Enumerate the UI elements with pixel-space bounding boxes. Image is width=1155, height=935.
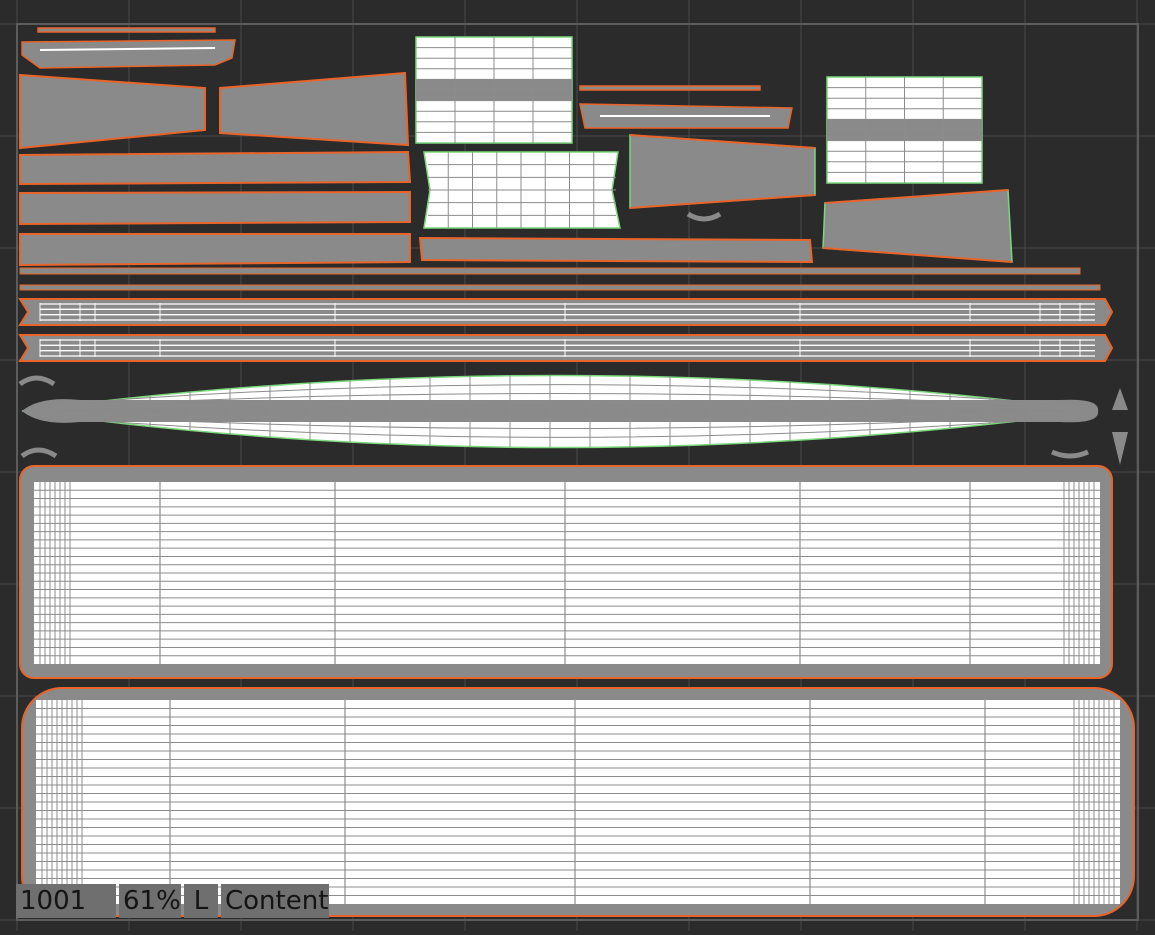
- udim-tile-label: 1001: [16, 884, 116, 918]
- status-bar: 1001 61% L Content: [16, 884, 332, 918]
- uv-shell-grid-block-c[interactable]: [826, 76, 983, 184]
- uv-shell-bar-3[interactable]: [19, 233, 411, 267]
- uv-shell-long-thin-a[interactable]: [19, 267, 1081, 275]
- uv-shell-bar-1[interactable]: [19, 150, 412, 186]
- uv-canvas[interactable]: [0, 0, 1155, 931]
- uv-shell-long-thin-b[interactable]: [19, 284, 1101, 291]
- uv-shell-long-strip-a[interactable]: [18, 298, 1114, 326]
- uv-shell-long-strip-b[interactable]: [18, 334, 1114, 362]
- uv-shell-large-panel-a[interactable]: [19, 465, 1113, 679]
- uv-shell-bar-mid[interactable]: [418, 236, 814, 264]
- mode-label[interactable]: Content: [221, 884, 329, 918]
- uv-shell-large-panel-b[interactable]: [21, 687, 1135, 917]
- uv-shell-bar-2[interactable]: [19, 190, 411, 226]
- uv-editor-viewport[interactable]: 1001 61% L Content: [0, 0, 1155, 931]
- zoom-level[interactable]: 61%: [119, 884, 181, 918]
- uv-shell-grid-block-b[interactable]: [423, 151, 621, 229]
- uv-shell-top-strip-a[interactable]: [37, 27, 216, 33]
- uv-shell-top-strip-b[interactable]: [21, 39, 236, 69]
- layer-indicator[interactable]: L: [184, 884, 218, 918]
- uv-shell-grid-block-a[interactable]: [415, 36, 573, 144]
- uv-shell-tapered-mid[interactable]: [629, 134, 816, 209]
